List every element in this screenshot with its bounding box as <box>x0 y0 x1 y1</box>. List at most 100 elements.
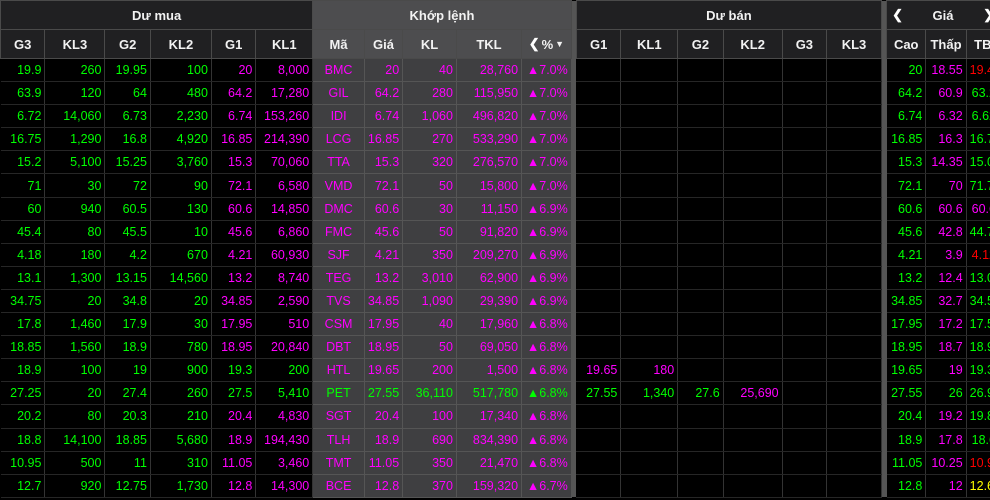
cell-kl1: 5,410 <box>255 381 314 406</box>
cell-sym[interactable]: DBT <box>312 335 365 360</box>
table-row[interactable]: 71 30 72 90 72.1 6,580 VMD 72.1 50 15,800 ▲7.0% 72.… <box>0 173 990 198</box>
buy-col-kl2[interactable]: KL2 <box>149 29 212 59</box>
chevron-left-icon[interactable]: ❮ <box>529 36 540 52</box>
cell-sym[interactable]: SJF <box>312 243 365 267</box>
table-row[interactable]: 10.95 500 11 310 11.05 3,460 TMT 11.05 350 21,470… <box>0 451 990 475</box>
cell-pct: ▲6.8% <box>521 358 572 383</box>
cell-sg3 <box>782 289 828 314</box>
buy-col-g2[interactable]: G2 <box>104 29 151 59</box>
table-row[interactable]: 27.25 20 27.4 260 27.5 5,410 PET 27.55 36,110 517… <box>0 381 990 406</box>
cell-high: 72.1 <box>886 173 927 198</box>
cell-sym[interactable]: LCG <box>312 127 365 152</box>
table-row[interactable]: 13.1 1,300 13.15 14,560 13.2 8,740 TEG 13.2 3,01… <box>0 266 990 290</box>
cell-sg1 <box>576 451 622 475</box>
chevron-left-icon[interactable]: ❮ <box>892 7 903 23</box>
buy-col-g3[interactable]: G3 <box>0 29 46 59</box>
cell-kl1: 70,060 <box>255 150 314 175</box>
cell-skl1 <box>620 474 679 498</box>
cell-sg3 <box>782 266 828 290</box>
table-row[interactable]: 16.75 1,290 16.8 4,920 16.85 214,390 LCG 16.85 2… <box>0 127 990 152</box>
table-row[interactable]: 17.8 1,460 17.9 30 17.95 510 CSM 17.95 40 17,960 ▲… <box>0 312 990 337</box>
table-row[interactable]: 15.2 5,100 15.25 3,760 15.3 70,060 TTA 15.3 320 2… <box>0 150 990 175</box>
cell-tkl: 62,900 <box>456 266 523 290</box>
cell-skl3 <box>826 266 882 290</box>
cell-skl1 <box>620 451 679 475</box>
table-row[interactable]: 18.9 100 19 900 19.3 200 HTL 19.65 200 1,500 ▲6.8%… <box>0 358 990 383</box>
sell-col-kl2[interactable]: KL2 <box>722 29 783 59</box>
cell-vol: 50 <box>402 335 457 360</box>
chevron-right-icon[interactable]: ❯ <box>983 7 990 23</box>
table-row[interactable]: 4.18 180 4.2 670 4.21 60,930 SJF 4.21 350 209,270… <box>0 243 990 267</box>
cell-sym[interactable]: BCE <box>312 474 365 498</box>
match-col-tkl[interactable]: TKL <box>455 29 523 59</box>
buy-col-kl1[interactable]: KL1 <box>255 29 314 59</box>
cell-sym[interactable]: FMC <box>312 220 365 244</box>
cell-sym[interactable]: TMT <box>312 451 365 475</box>
price-col-cao[interactable]: Cao <box>886 29 927 59</box>
match-col-pct[interactable]: ❮% ▼ <box>521 29 572 59</box>
cell-kl2: 20 <box>150 289 212 314</box>
cell-sym[interactable]: TLH <box>312 428 365 452</box>
cell-skl3 <box>826 58 882 83</box>
table-row[interactable]: 63.9 120 64 480 64.2 17,280 GIL 64.2 280 115,950 ▲… <box>0 81 990 106</box>
table-row[interactable]: 18.85 1,560 18.9 780 18.95 20,840 DBT 18.95 50 69… <box>0 335 990 360</box>
cell-sym[interactable]: VMD <box>312 173 365 198</box>
cell-vol: 200 <box>402 358 457 383</box>
triangle-down-icon[interactable]: ▼ <box>555 39 564 49</box>
cell-g1: 45.6 <box>211 220 257 244</box>
table-row[interactable]: 34.75 20 34.8 20 34.85 2,590 TVS 34.85 1,090 29,3… <box>0 289 990 314</box>
cell-skl3 <box>826 150 882 175</box>
cell-kl1: 8,740 <box>255 266 314 290</box>
table-row[interactable]: 18.8 14,100 18.85 5,680 18.9 194,430 TLH 18.9 69… <box>0 428 990 452</box>
cell-tkl: 517,780 <box>456 381 523 406</box>
table-row[interactable]: 60 940 60.5 130 60.6 14,850 DMC 60.6 30 11,150 ▲6.… <box>0 197 990 221</box>
price-col-thấp[interactable]: Thấp <box>925 29 967 59</box>
sell-col-kl3[interactable]: KL3 <box>826 29 882 59</box>
cell-sym[interactable]: SGT <box>312 404 365 429</box>
cell-g1: 18.95 <box>211 335 257 360</box>
sell-col-g3[interactable]: G3 <box>781 29 828 59</box>
buy-col-g1[interactable]: G1 <box>210 29 257 59</box>
cell-sym[interactable]: TTA <box>312 150 365 175</box>
cell-sg3 <box>782 197 828 221</box>
cell-price: 20 <box>364 58 404 83</box>
cell-sym[interactable]: TVS <box>312 289 365 314</box>
table-row[interactable]: 19.9 260 19.95 100 20 8,000 BMC 20 40 28,760 ▲7.0%… <box>0 58 990 83</box>
cell-sg1 <box>576 220 622 244</box>
sell-col-g1[interactable]: G1 <box>575 29 622 59</box>
match-col-mã[interactable]: Mã <box>312 29 365 59</box>
cell-sg1 <box>576 243 622 267</box>
match-col-kl[interactable]: KL <box>402 29 457 59</box>
buy-col-kl3[interactable]: KL3 <box>44 29 106 59</box>
cell-sg3 <box>782 451 828 475</box>
cell-sym[interactable]: PET <box>312 381 365 406</box>
cell-pct: ▲6.8% <box>521 335 572 360</box>
table-row[interactable]: 12.7 920 12.75 1,730 12.8 14,300 BCE 12.8 370 159… <box>0 474 990 498</box>
cell-low: 6.32 <box>925 104 967 129</box>
sell-col-kl1[interactable]: KL1 <box>620 29 679 59</box>
price-col-tb[interactable]: TB <box>965 29 990 59</box>
cell-sym[interactable]: TEG <box>312 266 365 290</box>
table-row[interactable]: 20.2 80 20.3 210 20.4 4,830 SGT 20.4 100 17,340 ▲6… <box>0 404 990 429</box>
cell-g3: 6.72 <box>0 104 46 129</box>
cell-skl2 <box>723 358 783 383</box>
price-header-label: Giá <box>932 7 954 23</box>
match-col-giá[interactable]: Giá <box>363 29 404 59</box>
cell-avg: 17.55 <box>966 312 990 337</box>
cell-vol: 320 <box>402 150 457 175</box>
cell-g3: 16.75 <box>0 127 46 152</box>
cell-sg3 <box>782 404 828 429</box>
cell-sym[interactable]: DMC <box>312 197 365 221</box>
cell-sym[interactable]: BMC <box>312 58 365 83</box>
cell-sym[interactable]: IDI <box>312 104 365 129</box>
cell-sym[interactable]: GIL <box>312 81 365 106</box>
table-row[interactable]: 45.4 80 45.5 10 45.6 6,860 FMC 45.6 50 91,820 ▲6.9… <box>0 220 990 244</box>
cell-sym[interactable]: HTL <box>312 358 365 383</box>
cell-sg2 <box>677 243 724 267</box>
cell-sg3 <box>782 150 828 175</box>
sell-col-g2[interactable]: G2 <box>677 29 724 59</box>
cell-sg2 <box>677 197 724 221</box>
table-row[interactable]: 6.72 14,060 6.73 2,230 6.74 153,260 IDI 6.74 1,0… <box>0 104 990 129</box>
cell-skl3 <box>826 243 882 267</box>
cell-sym[interactable]: CSM <box>312 312 365 337</box>
